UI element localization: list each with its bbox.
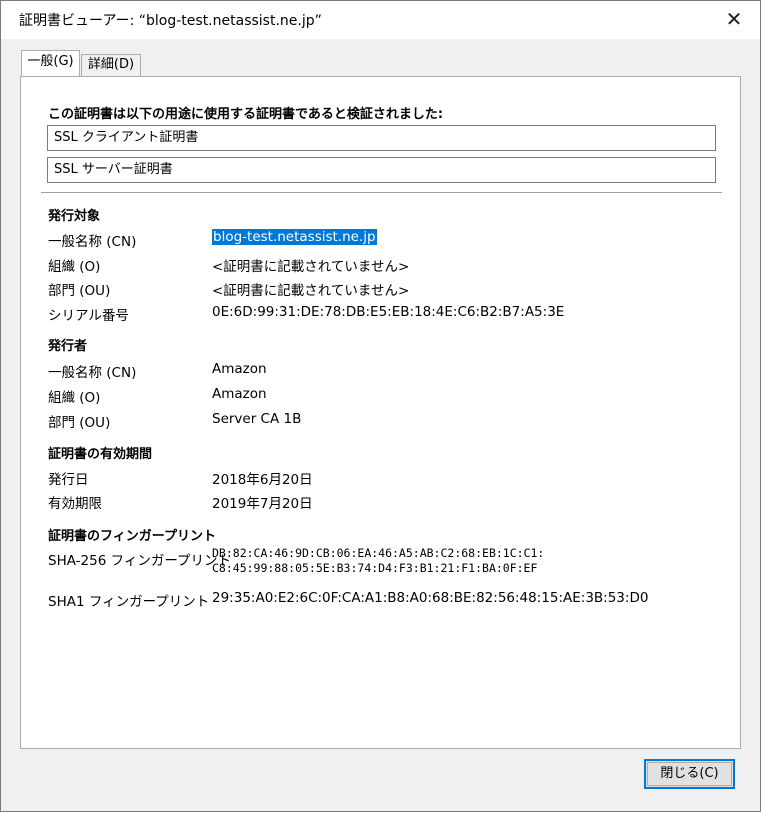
window-title: 証明書ビューアー: “blog-test.netassist.ne.jp” [19, 13, 322, 29]
sha256-value-line1[interactable]: DB:82:CA:46:9D:CB:06:EA:46:A5:AB:C2:68:E… [212, 546, 544, 560]
issued-to-o-value[interactable]: <証明書に記載されていません> [212, 255, 409, 275]
tab-details[interactable]: 詳細(D) [81, 54, 141, 76]
issued-on-value[interactable]: 2018年6月20日 [212, 468, 313, 488]
issued-to-cn-label: 一般名称 (CN) [48, 234, 137, 250]
section-divider [41, 192, 722, 193]
expires-on-value[interactable]: 2019年7月20日 [212, 492, 313, 512]
title-bar: 証明書ビューアー: “blog-test.netassist.ne.jp” ✕ [1, 1, 760, 39]
issued-to-o-label: 組織 (O) [48, 259, 101, 275]
certificate-viewer-window: 証明書ビューアー: “blog-test.netassist.ne.jp” ✕ … [0, 0, 761, 812]
sha256-label: SHA-256 フィンガープリント [48, 553, 232, 569]
issued-to-ou-value[interactable]: <証明書に記載されていません> [212, 279, 409, 299]
close-button[interactable]: 閉じる(C) [644, 759, 735, 789]
issued-by-ou-label: 部門 (OU) [48, 415, 111, 431]
issued-to-cn-value[interactable]: blog-test.netassist.ne.jp [212, 229, 377, 245]
close-icon[interactable]: ✕ [722, 7, 746, 31]
issued-by-o-value[interactable]: Amazon [212, 386, 267, 402]
issued-by-cn-label: 一般名称 (CN) [48, 365, 137, 381]
issued-by-ou-value[interactable]: Server CA 1B [212, 411, 301, 427]
sha1-value[interactable]: 29:35:A0:E2:6C:0F:CA:A1:B8:A0:68:BE:82:5… [212, 590, 648, 606]
sha1-label: SHA1 フィンガープリント [48, 594, 210, 610]
verified-usages-heading: この証明書は以下の用途に使用する証明書であると検証されました: [48, 107, 444, 122]
issued-by-o-label: 組織 (O) [48, 390, 101, 406]
issued-by-cn-value[interactable]: Amazon [212, 361, 267, 377]
tab-general[interactable]: 一般(G) [21, 50, 80, 76]
issued-on-label: 発行日 [48, 472, 89, 488]
expires-on-label: 有効期限 [48, 496, 102, 512]
serial-number-value[interactable]: 0E:6D:99:31:DE:78:DB:E5:EB:18:4E:C6:B2:B… [212, 304, 564, 320]
issued-to-heading: 発行対象 [48, 209, 101, 224]
serial-number-label: シリアル番号 [48, 308, 129, 324]
general-tab-panel: この証明書は以下の用途に使用する証明書であると検証されました: SSL クライア… [20, 76, 741, 749]
issued-to-ou-label: 部門 (OU) [48, 283, 111, 299]
validity-heading: 証明書の有効期間 [48, 447, 153, 462]
usage-ssl-client: SSL クライアント証明書 [47, 125, 716, 151]
issued-by-heading: 発行者 [48, 339, 88, 354]
close-button-label: 閉じる(C) [660, 766, 719, 781]
usage-ssl-server: SSL サーバー証明書 [47, 157, 716, 183]
fingerprints-heading: 証明書のフィンガープリント [48, 529, 216, 544]
sha256-value-line2[interactable]: C8:45:99:88:05:5E:B3:74:D4:F3:B1:21:F1:B… [212, 561, 537, 575]
